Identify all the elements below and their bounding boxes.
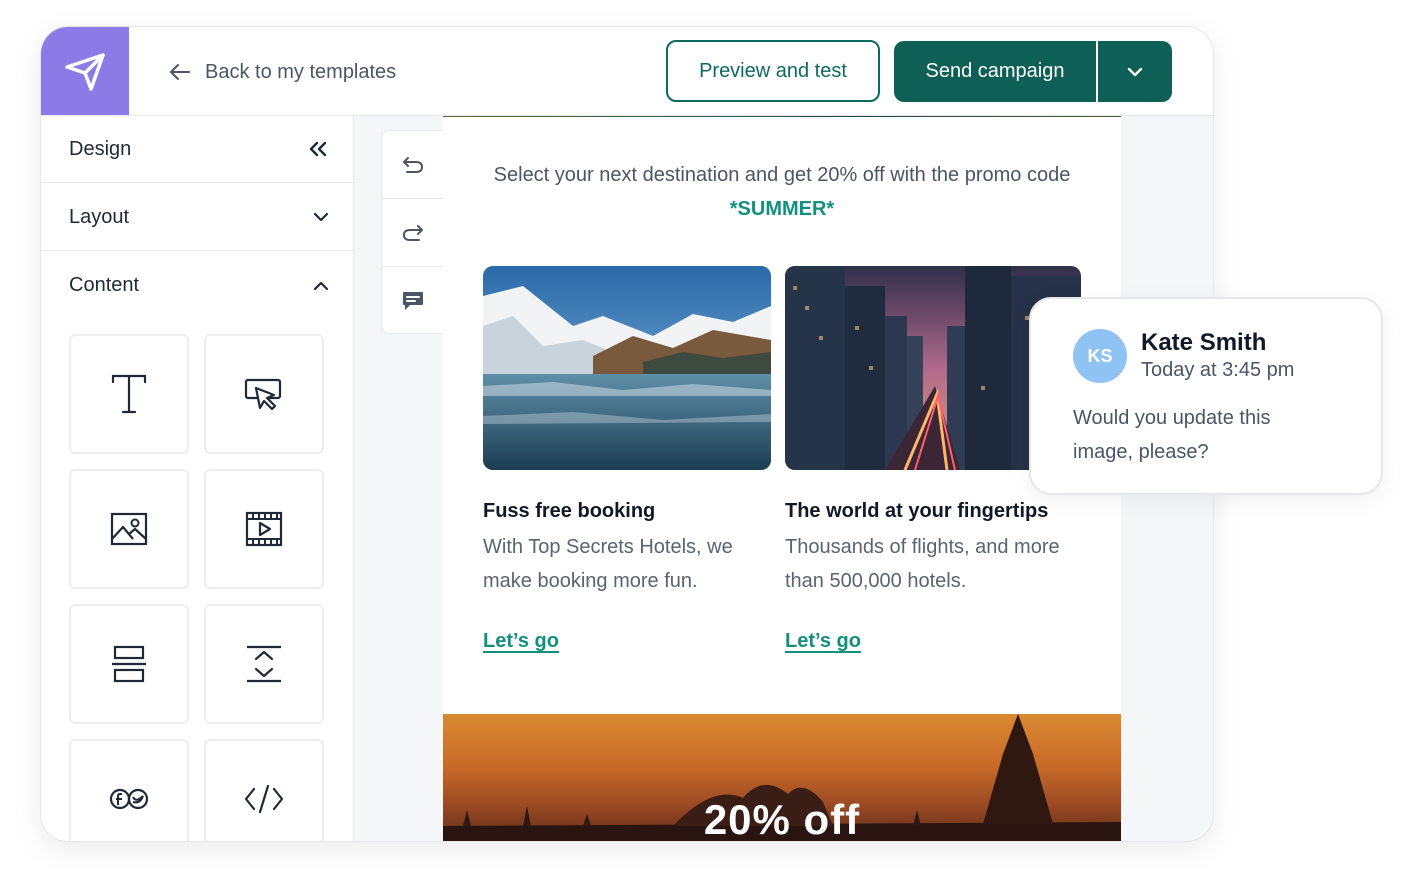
- text-block-icon: [111, 374, 147, 414]
- video-block-icon: [245, 511, 283, 547]
- comment-body: Would you update this image, please?: [1073, 407, 1271, 463]
- divider-block-icon: [112, 645, 146, 683]
- undo-icon: [403, 156, 423, 173]
- preview-and-test-button[interactable]: Preview and test: [666, 40, 880, 102]
- send-options-dropdown-button[interactable]: [1098, 41, 1172, 102]
- button-block-tile[interactable]: [204, 334, 324, 454]
- promo-text: Select your next destination and get 20%…: [483, 158, 1081, 226]
- html-block-icon: [244, 784, 284, 814]
- spacer-block-icon: [247, 645, 281, 683]
- comment-button[interactable]: [382, 267, 444, 334]
- double-chevron-left-icon: [309, 141, 327, 157]
- card-title: Fuss free booking: [483, 500, 656, 522]
- send-campaign-button[interactable]: Send campaign: [894, 41, 1096, 102]
- undo-button[interactable]: [382, 131, 444, 199]
- paper-plane-icon: [65, 53, 105, 91]
- email-canvas[interactable]: Select your next destination and get 20%…: [443, 116, 1121, 841]
- arrow-left-icon: [170, 64, 190, 80]
- chevron-down-icon: [1127, 67, 1143, 76]
- promo-message: Select your next destination and get 20%…: [493, 164, 1071, 186]
- sidebar-section-label: Content: [69, 274, 140, 296]
- comment-popover[interactable]: KS Kate Smith Today at 3:45 pm Would you…: [1029, 297, 1383, 495]
- html-block-tile[interactable]: [204, 739, 324, 841]
- chevron-down-icon: [313, 212, 329, 222]
- glacier-lake-picture: [483, 266, 771, 470]
- avatar: KS: [1073, 329, 1127, 383]
- back-label: Back to my templates: [205, 60, 397, 83]
- comment-timestamp: Today at 3:45 pm: [1141, 359, 1295, 381]
- spacer-block-tile[interactable]: [204, 604, 324, 724]
- glacier-image[interactable]: [483, 266, 771, 470]
- editor-sidebar: Design Layout Content: [41, 116, 354, 841]
- video-block-tile[interactable]: [204, 469, 324, 589]
- social-block-tile[interactable]: [69, 739, 189, 841]
- comment-icon: [403, 291, 423, 310]
- image-block-tile[interactable]: [69, 469, 189, 589]
- banner-headline: 20% off: [703, 796, 861, 841]
- social-block-icon: [109, 788, 149, 810]
- redo-icon: [403, 224, 423, 241]
- sidebar-section-content[interactable]: Content: [41, 252, 353, 319]
- sidebar-section-layout[interactable]: Layout: [41, 184, 353, 251]
- sidebar-section-label: Layout: [69, 205, 130, 228]
- card-description: Thousands of flights, and more than 500,…: [785, 536, 1060, 592]
- sidebar-section-design[interactable]: Design: [41, 116, 353, 183]
- top-bar: Back to my templates Preview and test Se…: [41, 27, 1213, 116]
- sidebar-section-label: Design: [69, 137, 132, 160]
- chevron-up-icon: [313, 281, 329, 290]
- card-link[interactable]: Let’s go: [483, 630, 559, 653]
- editor-tool-strip: [381, 130, 444, 334]
- button-block-icon: [244, 378, 282, 411]
- comment-author: Kate Smith: [1141, 329, 1267, 356]
- back-to-templates-link[interactable]: Back to my templates: [169, 57, 396, 87]
- card-description: With Top Secrets Hotels, we make booking…: [483, 536, 733, 592]
- text-block-tile[interactable]: [69, 334, 189, 454]
- divider-block-tile[interactable]: [69, 604, 189, 724]
- header-image-edge: [443, 116, 1121, 117]
- card-title: The world at your fingertips: [785, 500, 1049, 522]
- redo-button[interactable]: [382, 199, 444, 267]
- image-block-icon: [110, 512, 148, 546]
- card-link[interactable]: Let’s go: [785, 630, 861, 653]
- app-logo[interactable]: [41, 27, 129, 115]
- promo-code: *SUMMER*: [729, 198, 835, 220]
- sale-banner[interactable]: 20% off: [443, 714, 1121, 841]
